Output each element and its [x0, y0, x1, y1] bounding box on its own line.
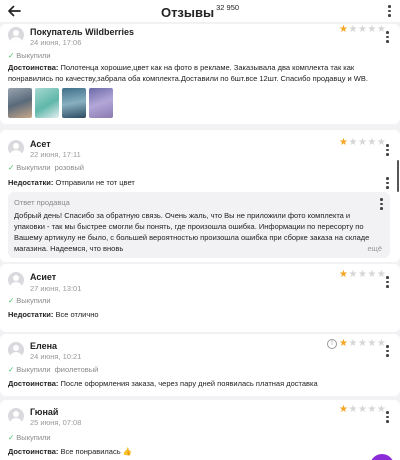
- review-text: Достоинства: Все понравилась 👍: [8, 446, 380, 457]
- star-icon: ★: [357, 24, 368, 35]
- star-icon: ★: [367, 269, 377, 280]
- purchase-status: ✓ Выкупили розовый: [8, 163, 84, 172]
- seller-reply: Ответ продавца Добрый день! Спасибо за о…: [8, 192, 390, 258]
- review-date: 22 июня, 17:11: [30, 150, 81, 159]
- star-icon: ★: [357, 269, 368, 280]
- star-icon: ★: [357, 404, 368, 415]
- avatar: [8, 27, 24, 43]
- star-icon: ★: [348, 24, 358, 35]
- check-icon: ✓: [8, 163, 15, 172]
- review-more-icon[interactable]: [382, 30, 392, 44]
- review-text: Недостатки: Все отлично: [8, 309, 380, 320]
- check-icon: ✓: [8, 365, 15, 374]
- review-date: 27 июня, 13:01: [30, 284, 82, 293]
- review-photo[interactable]: [35, 88, 59, 118]
- page-title-text: Отзывы: [160, 5, 215, 20]
- review-text-body: Все отлично: [55, 310, 99, 319]
- show-more-link[interactable]: ещё: [361, 244, 382, 253]
- review-date: 24 июня, 10:21: [30, 352, 82, 361]
- review-author: Покупатель Wildberries: [30, 27, 135, 37]
- seller-reply-text: Добрый день! Спасибо за обратную связь. …: [14, 211, 370, 253]
- review-text: Достоинства: Полотенца хорошие,цвет как …: [8, 62, 380, 84]
- review-text-body: После оформления заказа, через пару дней…: [60, 379, 318, 388]
- disadvantages-label: Недостатки:: [8, 310, 54, 319]
- star-icon: ★: [348, 404, 358, 415]
- star-icon: ★: [357, 338, 368, 349]
- review-more-icon[interactable]: [382, 344, 392, 358]
- avatar: [8, 272, 24, 288]
- star-icon: ★: [357, 137, 368, 148]
- purchase-variant: фиолетовый: [54, 365, 99, 374]
- star-icon: ★: [348, 137, 358, 148]
- review-rating: ★★★★★: [339, 270, 386, 280]
- advantages-label: Достоинства:: [8, 447, 59, 456]
- review-photo[interactable]: [89, 88, 113, 118]
- review-text: Недостатки: Отправили не тот цвет: [8, 177, 380, 188]
- review-date: 25 июня, 07:08: [30, 418, 82, 427]
- star-icon: ★: [367, 137, 377, 148]
- avatar: [8, 408, 24, 424]
- star-icon: ★: [367, 24, 377, 35]
- check-icon: ✓: [8, 433, 15, 442]
- review-rating: ★★★★★: [339, 339, 386, 349]
- seller-reply-more-icon[interactable]: [376, 197, 386, 211]
- avatar: [8, 140, 24, 156]
- review-text: Достоинства: После оформления заказа, че…: [8, 378, 380, 389]
- purchase-variant: розовый: [54, 163, 84, 172]
- star-icon: ★: [348, 338, 358, 349]
- text-more-icon[interactable]: [382, 176, 392, 190]
- purchase-status: ✓ Выкупили: [8, 433, 51, 442]
- purchase-status: ✓ Выкупили фиолетовый: [8, 365, 99, 374]
- page-title: Отзывы 32 950: [0, 3, 400, 20]
- review-card: Елена 24 июня, 10:21 ! ★★★★★ ✓ Выкупили фи…: [0, 334, 400, 396]
- header-more-icon[interactable]: [384, 4, 394, 18]
- review-date: 24 июня, 17:06: [30, 38, 82, 47]
- disadvantages-label: Недостатки:: [8, 178, 54, 187]
- star-icon: ★: [367, 404, 377, 415]
- review-more-icon[interactable]: [382, 275, 392, 289]
- review-rating: ★★★★★: [339, 138, 386, 148]
- check-icon: ✓: [8, 51, 15, 60]
- purchase-status: ✓ Выкупили: [8, 51, 51, 60]
- review-author: Асиет: [30, 272, 57, 282]
- star-icon: ★: [367, 338, 377, 349]
- review-rating: ★★★★★: [339, 405, 386, 415]
- advantages-label: Достоинства:: [8, 379, 59, 388]
- review-card: Асиет 27 июня, 13:01 ★★★★★ ✓ Выкупили Нед…: [0, 264, 400, 332]
- scrollbar[interactable]: [397, 160, 399, 192]
- top-bar: Отзывы 32 950: [0, 0, 400, 22]
- review-text-body: Полотенца хорошие,цвет как на фото в рек…: [8, 63, 368, 83]
- avatar: [8, 342, 24, 358]
- review-rating: ★★★★★: [339, 25, 386, 35]
- star-icon: ★: [348, 269, 358, 280]
- review-card: Гюнай 25 июня, 07:08 ★★★★★ ✓ Выкупили Дос…: [0, 400, 400, 460]
- purchase-status: ✓ Выкупили: [8, 296, 51, 305]
- review-author: Елена: [30, 341, 58, 351]
- info-icon[interactable]: !: [327, 339, 337, 349]
- review-card: Покупатель Wildberries 24 июня, 17:06 ★★…: [0, 24, 400, 124]
- review-author: Асет: [30, 139, 51, 149]
- reviews-count: 32 950: [216, 3, 240, 12]
- review-author: Гюнай: [30, 407, 59, 417]
- review-photo[interactable]: [62, 88, 86, 118]
- review-more-icon[interactable]: [382, 410, 392, 424]
- review-text-body: Отправили не тот цвет: [55, 178, 135, 187]
- seller-reply-label: Ответ продавца: [14, 198, 70, 207]
- advantages-label: Достоинства:: [8, 63, 59, 72]
- review-more-icon[interactable]: [382, 143, 392, 157]
- review-photo[interactable]: [8, 88, 32, 118]
- review-text-body: Все понравилась 👍: [60, 447, 133, 456]
- review-card: Асет 22 июня, 17:11 ★★★★★ ✓ Выкупили розов…: [0, 130, 400, 262]
- check-icon: ✓: [8, 296, 15, 305]
